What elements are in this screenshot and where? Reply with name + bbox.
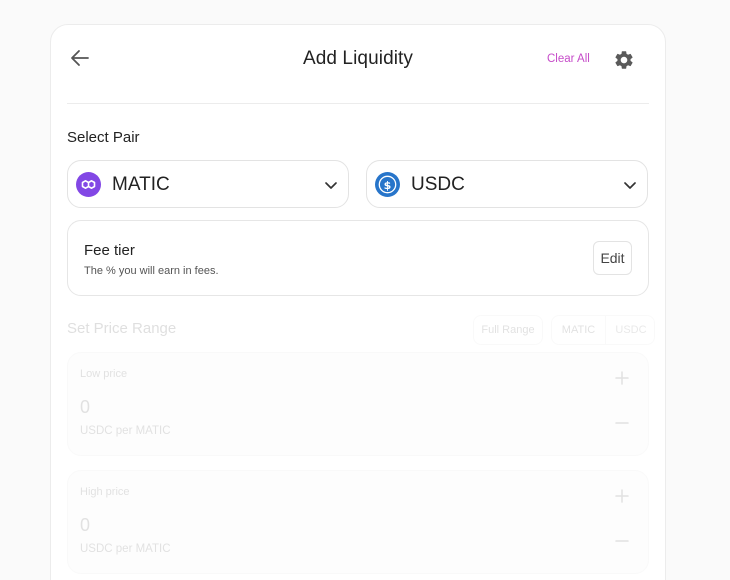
edit-fee-button[interactable]: Edit — [593, 241, 632, 275]
high-price-unit: USDC per MATIC — [80, 543, 171, 555]
fee-tier-description: The % you will earn in fees. — [84, 265, 219, 277]
low-price-input-box[interactable]: Low price 0 USDC per MATIC — [67, 352, 649, 456]
token-a-select[interactable]: MATIC — [67, 160, 349, 208]
token-a-symbol: MATIC — [112, 174, 170, 195]
fee-tier-title: Fee tier — [84, 242, 135, 259]
increment-high-price-plus-icon[interactable] — [614, 488, 630, 504]
chevron-down-icon — [324, 178, 338, 192]
high-price-label: High price — [80, 486, 130, 498]
low-price-label: Low price — [80, 368, 128, 380]
clear-all-button[interactable]: Clear All — [547, 53, 590, 65]
price-unit-toggle: MATIC USDC — [551, 315, 655, 345]
token-b-symbol: USDC — [411, 174, 465, 195]
usdc-logo-icon: $ — [375, 172, 400, 197]
svg-text:$: $ — [384, 179, 392, 192]
decrement-high-price-minus-icon[interactable] — [614, 533, 630, 549]
full-range-button[interactable]: Full Range — [473, 315, 543, 345]
add-liquidity-card: Add Liquidity Clear All Select Pair MATI… — [50, 24, 666, 580]
high-price-value[interactable]: 0 — [80, 515, 90, 536]
unit-option-usdc[interactable]: USDC — [607, 316, 655, 344]
decrement-low-price-minus-icon[interactable] — [614, 415, 630, 431]
price-range-label: Set Price Range — [67, 320, 177, 337]
low-price-unit: USDC per MATIC — [80, 425, 171, 437]
increment-low-price-plus-icon[interactable] — [614, 370, 630, 386]
header: Add Liquidity Clear All — [51, 25, 665, 105]
high-price-input-box[interactable]: High price 0 USDC per MATIC — [67, 470, 649, 574]
fee-tier-panel: Fee tier The % you will earn in fees. Ed… — [67, 220, 649, 296]
token-b-select[interactable]: $ USDC — [366, 160, 648, 208]
chevron-down-icon — [623, 178, 637, 192]
select-pair-label: Select Pair — [67, 129, 140, 146]
header-divider — [67, 103, 649, 104]
gear-icon[interactable] — [613, 49, 635, 71]
low-price-value[interactable]: 0 — [80, 397, 90, 418]
matic-logo-icon — [76, 172, 101, 197]
unit-option-matic[interactable]: MATIC — [552, 316, 606, 344]
